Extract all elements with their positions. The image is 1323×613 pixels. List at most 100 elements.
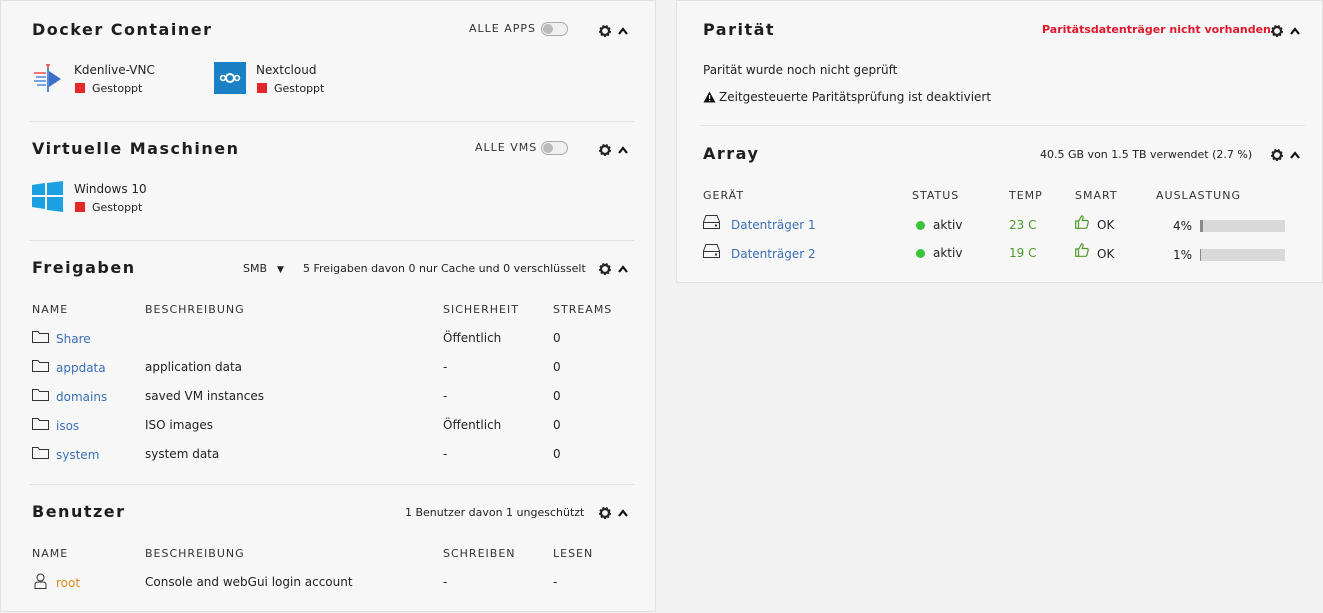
app-status-nextcloud: Gestoppt [274, 82, 325, 95]
col-header: BESCHREIBUNG [145, 547, 245, 560]
thumbs-up-icon [1075, 243, 1089, 257]
col-header: SMART [1075, 189, 1118, 202]
disk-link[interactable]: Datenträger 1 [731, 218, 816, 232]
divider [29, 240, 634, 241]
array-controls[interactable] [1271, 147, 1301, 161]
disk-temp: 23 C [1009, 218, 1037, 232]
vms-controls[interactable] [599, 142, 629, 156]
active-indicator [916, 221, 925, 230]
users-summary: 1 Benutzer davon 1 ungeschützt [405, 506, 585, 519]
col-header: AUSLASTUNG [1156, 189, 1241, 202]
kdenlive-icon[interactable] [32, 62, 64, 98]
parity-controls[interactable] [1271, 23, 1301, 37]
share-desc: saved VM instances [145, 389, 264, 403]
parity-title: Parität [703, 20, 776, 39]
user-link-root[interactable]: root [56, 576, 80, 590]
dropdown-arrow-icon: ▼ [277, 265, 284, 275]
col-header: NAME [32, 303, 69, 316]
share-link[interactable]: Share [56, 332, 91, 346]
docker-title: Docker Container [32, 20, 213, 39]
array-title: Array [703, 144, 760, 163]
parity-status: Parität wurde noch nicht geprüft [703, 63, 898, 77]
vm-status-windows: Gestoppt [92, 201, 143, 214]
disk-usage-bar [1200, 220, 1285, 232]
divider [29, 121, 634, 122]
all-vms-toggle[interactable] [541, 141, 568, 155]
active-indicator [916, 249, 925, 258]
users-controls[interactable] [599, 505, 629, 519]
folder-icon [32, 331, 49, 343]
folder-icon [32, 389, 49, 401]
windows-icon[interactable] [32, 181, 63, 216]
col-header: SCHREIBEN [443, 547, 516, 560]
user-desc: Console and webGui login account [145, 575, 353, 589]
folder-icon [32, 447, 49, 459]
disk-usage-label: 4% [1173, 219, 1193, 233]
share-streams: 0 [553, 360, 561, 374]
protocol-value: SMB [243, 262, 268, 275]
col-header: SICHERHEIT [443, 303, 519, 316]
disk-usage-label: 1% [1173, 248, 1193, 262]
gear-icon[interactable] [599, 506, 629, 520]
share-security: Öffentlich [443, 418, 502, 432]
thumbs-up-icon [1075, 215, 1089, 229]
disk-icon [703, 244, 720, 258]
share-link[interactable]: appdata [56, 361, 106, 375]
user-write: - [443, 575, 448, 589]
share-security: - [443, 389, 448, 403]
disk-status: aktiv [933, 246, 963, 260]
col-header: BESCHREIBUNG [145, 303, 245, 316]
gear-icon[interactable] [1271, 24, 1301, 38]
user-read: - [553, 575, 558, 589]
col-header: GERÄT [703, 189, 745, 202]
disk-status: aktiv [933, 218, 963, 232]
gear-icon[interactable] [599, 24, 629, 38]
app-status-kdenlive: Gestoppt [92, 82, 143, 95]
share-streams: 0 [553, 418, 561, 432]
all-apps-toggle[interactable] [541, 22, 568, 36]
gear-icon[interactable] [599, 262, 629, 276]
right-panel: Parität Paritätsdatenträger nicht vorhan… [676, 0, 1323, 283]
shares-controls[interactable] [599, 261, 629, 275]
stopped-indicator [75, 202, 85, 212]
parity-warning: Paritätsdatenträger nicht vorhanden [1042, 23, 1271, 36]
shares-title: Freigaben [32, 258, 136, 277]
user-icon [34, 573, 47, 589]
app-name-kdenlive[interactable]: Kdenlive-VNC [74, 63, 155, 77]
parity-schedule: Zeitgesteuerte Paritätsprüfung ist deakt… [719, 90, 992, 104]
array-usage: 40.5 GB von 1.5 TB verwendet (2.7 %) [1040, 148, 1253, 161]
all-vms-label: ALLE VMS [475, 141, 538, 154]
usage-fill [1200, 220, 1204, 232]
nextcloud-icon[interactable] [214, 62, 246, 98]
disk-temp: 19 C [1009, 246, 1037, 260]
share-link[interactable]: isos [56, 419, 79, 433]
docker-controls[interactable] [599, 23, 629, 37]
app-name-nextcloud[interactable]: Nextcloud [256, 63, 316, 77]
usage-fill [1200, 249, 1201, 261]
all-apps-label: ALLE APPS [469, 22, 537, 35]
folder-icon [32, 418, 49, 430]
folder-icon [32, 360, 49, 372]
col-header: STATUS [912, 189, 960, 202]
share-security: Öffentlich [443, 331, 502, 345]
share-desc: application data [145, 360, 243, 374]
protocol-select[interactable]: SMB ▼ [243, 262, 284, 275]
gear-icon[interactable] [599, 143, 629, 157]
share-link[interactable]: domains [56, 390, 107, 404]
share-link[interactable]: system [56, 448, 99, 462]
vms-title: Virtuelle Maschinen [32, 139, 240, 158]
shares-summary: 5 Freigaben davon 0 nur Cache und 0 vers… [303, 262, 586, 275]
disk-link[interactable]: Datenträger 2 [731, 247, 816, 261]
share-security: - [443, 360, 448, 374]
stopped-indicator [257, 83, 267, 93]
stopped-indicator [75, 83, 85, 93]
gear-icon[interactable] [1271, 148, 1301, 162]
disk-smart: OK [1097, 247, 1115, 261]
share-security: - [443, 447, 448, 461]
col-header: STREAMS [553, 303, 613, 316]
disk-icon [703, 215, 720, 229]
vm-name-windows[interactable]: Windows 10 [74, 182, 147, 196]
share-streams: 0 [553, 389, 561, 403]
divider [700, 125, 1305, 126]
warning-icon [703, 91, 716, 103]
